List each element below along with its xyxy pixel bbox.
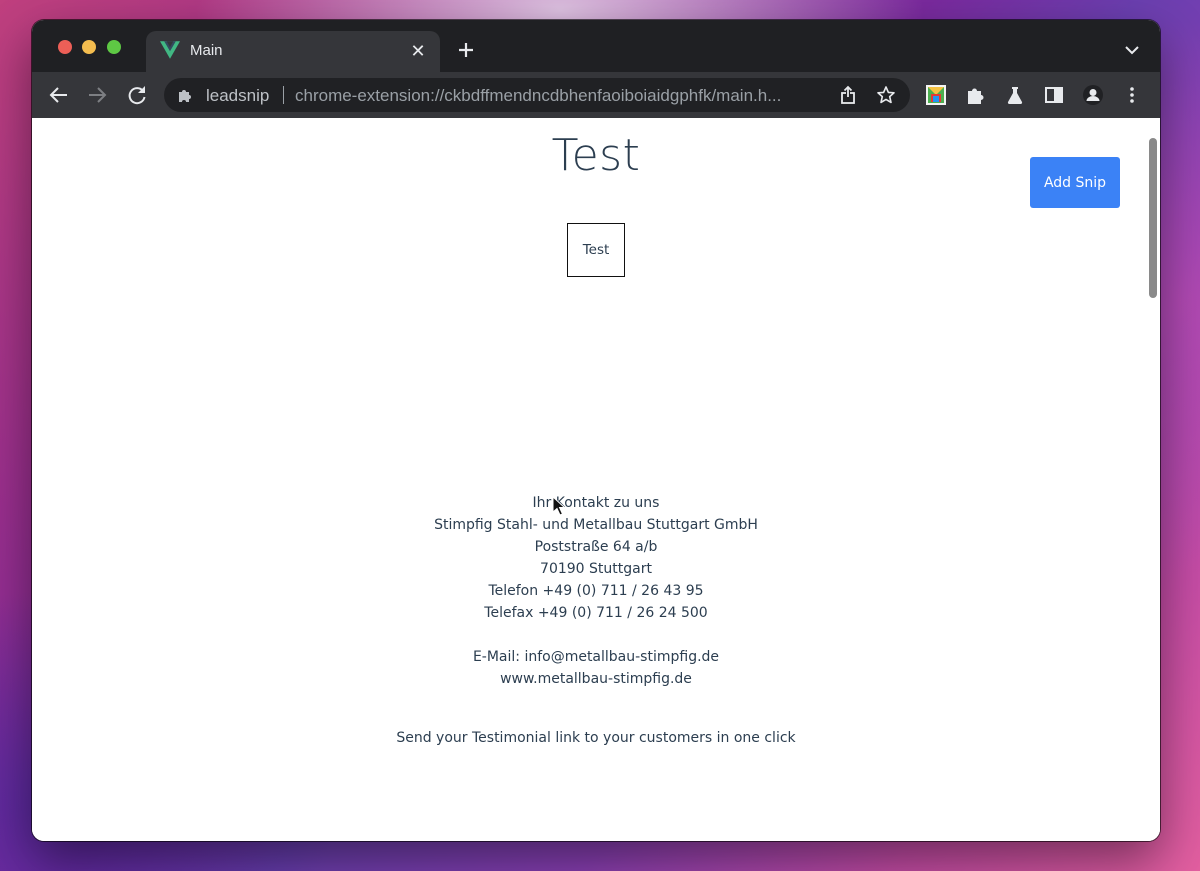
contact-line: 70190 Stuttgart bbox=[540, 561, 652, 577]
address-bar[interactable]: leadsnip chrome-extension://ckbdffmendnc… bbox=[164, 78, 910, 112]
url-text[interactable]: chrome-extension://ckbdffmendncdbhenfaoi… bbox=[295, 86, 825, 106]
side-panel-icon[interactable] bbox=[1043, 84, 1065, 106]
site-label: leadsnip bbox=[206, 86, 270, 105]
forward-arrow-icon[interactable] bbox=[86, 84, 108, 106]
new-tab-icon[interactable] bbox=[456, 40, 476, 60]
browser-toolbar: leadsnip chrome-extension://ckbdffmendnc… bbox=[32, 72, 1160, 119]
contact-email: E-Mail: info@metallbau-stimpfig.de bbox=[472, 649, 720, 665]
scrollbar[interactable] bbox=[1146, 118, 1160, 841]
contact-spacer bbox=[32, 624, 1160, 646]
extension-puzzle-icon bbox=[179, 90, 191, 102]
tab-search-chevron-icon[interactable] bbox=[1124, 44, 1140, 56]
contact-website: www.metallbau-stimpfig.de bbox=[500, 671, 692, 687]
page-content: Test Add Snip Test Ihr Kontakt zu uns St… bbox=[32, 118, 1160, 841]
contact-line: Telefon +49 (0) 711 / 26 43 95 bbox=[488, 583, 704, 599]
window-close-button[interactable] bbox=[58, 40, 72, 54]
snip-card-label: Test bbox=[582, 242, 610, 258]
address-divider bbox=[283, 86, 284, 104]
tab-main[interactable]: Main ✕ bbox=[146, 31, 440, 72]
contact-line: Ihr Kontakt zu uns bbox=[532, 495, 660, 511]
page-title: Test bbox=[551, 130, 641, 181]
bookmark-star-icon[interactable] bbox=[876, 85, 896, 105]
browser-window: Main ✕ leadsnip chrome-extension://ckbdf… bbox=[32, 20, 1160, 841]
contact-line: Telefax +49 (0) 711 / 26 24 500 bbox=[484, 605, 708, 621]
tab-close-icon[interactable]: ✕ bbox=[410, 42, 426, 60]
window-maximize-button[interactable] bbox=[107, 40, 121, 54]
mouse-cursor-icon bbox=[552, 496, 566, 516]
labs-flask-icon[interactable] bbox=[1004, 84, 1026, 106]
footer-note: Send your Testimonial link to your custo… bbox=[396, 730, 796, 746]
puzzle-icon[interactable] bbox=[964, 84, 986, 106]
scrollbar-thumb[interactable] bbox=[1149, 138, 1157, 298]
kebab-menu-icon[interactable] bbox=[1121, 84, 1143, 106]
snip-card[interactable]: Test bbox=[567, 223, 625, 277]
contact-block: Ihr Kontakt zu uns Stimpfig Stahl- und M… bbox=[32, 492, 1160, 690]
vue-logo-icon bbox=[160, 41, 180, 59]
back-arrow-icon[interactable] bbox=[48, 84, 70, 106]
contact-line: Poststraße 64 a/b bbox=[534, 539, 658, 555]
reload-icon[interactable] bbox=[126, 84, 148, 106]
tab-strip: Main ✕ bbox=[32, 20, 1160, 72]
add-snip-button[interactable]: Add Snip bbox=[1030, 157, 1120, 208]
share-icon[interactable] bbox=[838, 85, 858, 105]
tab-title: Main bbox=[190, 42, 223, 59]
leadsnip-extension-icon[interactable] bbox=[925, 84, 947, 106]
window-minimize-button[interactable] bbox=[82, 40, 96, 54]
contact-line: Stimpfig Stahl- und Metallbau Stuttgart … bbox=[434, 517, 758, 533]
profile-icon[interactable] bbox=[1082, 84, 1104, 106]
